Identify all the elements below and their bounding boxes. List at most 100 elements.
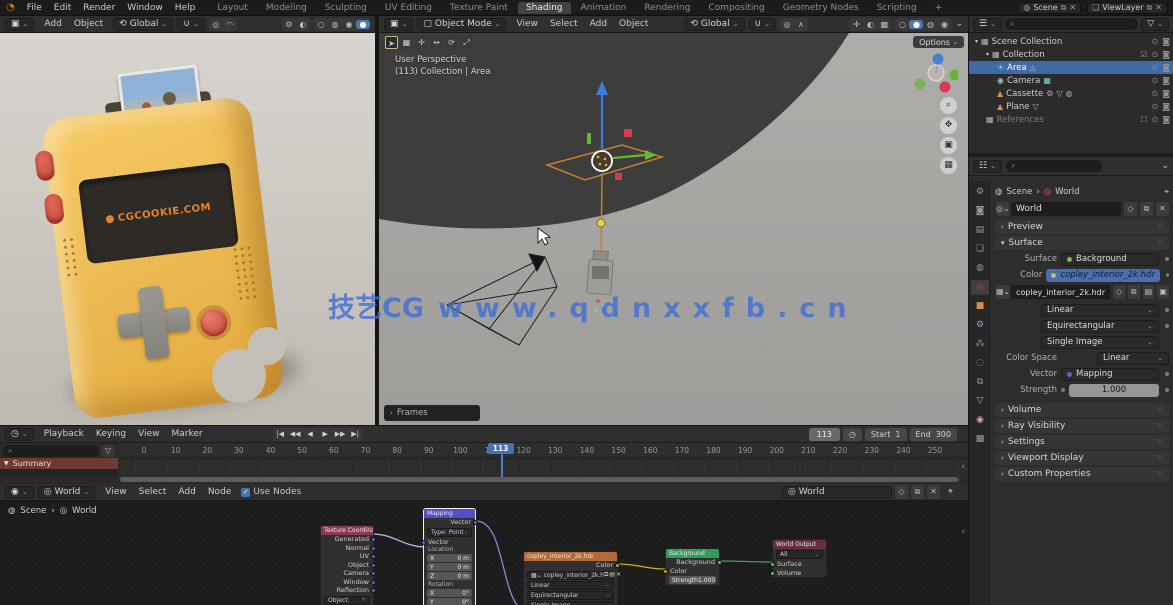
node-mapping[interactable]: MappingVectorType: Point⌄VectorLocationX… [423,508,476,605]
next-keyframe-icon[interactable]: ▶▶ [333,428,348,441]
timeline-scrollbar[interactable] [120,477,960,482]
orientation-dropdown[interactable]: ⟲ Global ⌄ [684,18,744,31]
fake-user-icon[interactable]: ◇ [1112,285,1125,299]
copy-datablock-icon[interactable]: ⧉ [1139,202,1153,216]
node-title[interactable]: Texture Coordinate [321,526,373,535]
menu-edit[interactable]: Edit [48,2,77,14]
outliner-row-area[interactable]: ☀Area◬⊙◙ [969,61,1173,74]
eye-toggle-icon[interactable]: ⊙ [1152,76,1159,85]
editor-type-button[interactable]: ▣⌄ [5,18,34,31]
outliner-row-cassette[interactable]: ▲Cassette⚙▽◍⊙◙ [969,87,1173,100]
play-icon[interactable]: ▶ [318,428,333,441]
current-frame-field[interactable]: 113 [809,428,840,441]
node-socket-row[interactable]: Object [321,561,373,570]
menu-select[interactable]: Select [544,18,584,30]
render-toggle-icon[interactable]: ◙ [1162,37,1170,46]
node-socket-row[interactable]: Generated [321,535,373,544]
menu-render[interactable]: Render [77,2,121,14]
eye-toggle-icon[interactable]: ⊙ [1152,89,1159,98]
snap-dropdown[interactable]: ∪⌄ [749,18,776,31]
properties-tab-particles[interactable]: ⁂ [971,337,989,352]
properties-tab-view-layer[interactable]: ❏ [971,242,989,257]
menu-help[interactable]: Help [169,2,202,14]
render-toggle-icon[interactable]: ◙ [1162,89,1170,98]
filter-button[interactable]: ▽ [101,445,115,457]
render-toggle-icon[interactable]: ◙ [1162,50,1170,59]
summary-channel[interactable]: ▼Summary [0,458,118,469]
cursor-tool-icon[interactable]: ✛ [415,36,428,49]
outliner-row-collection[interactable]: ▾▦Collection☑⊙◙ [969,48,1173,61]
vector-input-field[interactable]: Mapping [1061,368,1159,381]
use-nodes-checkbox[interactable]: ✓ Use Nodes [241,487,301,497]
workspace-tab-scripting[interactable]: Scripting [869,2,925,14]
workspace-tab-sculpting[interactable]: Sculpting [317,2,375,14]
keyframe-region[interactable] [118,458,968,478]
socket-window[interactable] [371,580,376,585]
frame-end-field[interactable]: End300 [910,428,957,441]
menu-marker[interactable]: Marker [166,428,209,440]
menu-file[interactable]: File [21,2,48,14]
unlink-datablock-icon[interactable]: ✕ [926,485,940,499]
menu-view[interactable]: View [99,486,132,498]
render-toggle-icon[interactable]: ◙ [1162,63,1170,72]
panel-custom-properties[interactable]: ›Custom Properties⠿ [995,467,1169,481]
shading-mode-group[interactable]: ○● ◍◉ [895,18,951,31]
editor-type-button[interactable]: ▣⌄ [384,18,413,31]
shading-popover-icon[interactable]: ⌄ [955,19,963,29]
properties-tab-scene[interactable]: ◍ [971,261,989,276]
unlink-scene-icon[interactable]: ✕ [1069,3,1076,12]
add-viewlayer-icon[interactable]: ⧉ [1147,3,1153,13]
node-texture-coordinate[interactable]: Texture CoordinateGeneratedNormalUVObjec… [320,525,374,605]
workspace-tab-animation[interactable]: Animation [573,2,635,14]
shader-type-dropdown[interactable]: ◎ World⌄ [38,486,96,499]
menu-playback[interactable]: Playback [38,428,90,440]
properties-tab-output[interactable]: ▤ [971,223,989,238]
strength-slider[interactable]: 1.000 [1069,384,1159,397]
render-toggle-icon[interactable]: ◙ [1162,76,1170,85]
properties-tab-material[interactable]: ◉ [971,413,989,428]
editor-type-button[interactable]: ☷⌄ [973,160,1002,173]
socket-surface[interactable] [770,562,775,567]
jump-end-icon[interactable]: ▶| [348,428,363,441]
workspace-tab-rendering[interactable]: Rendering [636,2,698,14]
proportional-editing-group[interactable]: ◎◠ [209,18,237,31]
auto-keying-button[interactable]: ◷ [843,428,862,441]
playhead[interactable]: 113 [501,443,503,477]
move-tool-icon[interactable]: ↔ [430,36,443,49]
image-datablock-field[interactable]: ▦⌄ copley_interior_2k.h⧉▤✕ [527,571,614,580]
interpolation-dropdown[interactable]: Linear⌄ [1041,304,1159,317]
viewlayer-selector[interactable]: ❏ ViewLayer ⧉ ✕ [1087,2,1167,14]
properties-options-icon[interactable]: ⌄ [1161,161,1169,171]
active-tool-icon[interactable]: ➤ [385,36,398,49]
light-origin[interactable] [592,151,612,171]
value-field-x[interactable]: X0° [427,589,472,597]
node-socket-row[interactable]: Surface [773,560,826,569]
editor-type-button[interactable]: ◉⌄ [5,486,34,499]
blender-logo-icon[interactable]: ◔ [6,2,15,13]
menu-add[interactable]: Add [38,18,67,30]
check-toggle-icon[interactable]: ☑ [1140,50,1147,59]
surface-shader-dropdown[interactable]: Background [1061,253,1159,266]
node-socket-row[interactable]: Vector [424,518,475,527]
render-toggle-icon[interactable]: ◙ [1162,115,1170,124]
node-socket-row[interactable]: Vector [424,538,475,547]
workspace-tab-layout[interactable]: Layout [209,2,256,14]
menu-object[interactable]: Object [613,18,654,30]
navigation-gizmo[interactable] [912,47,958,93]
orientation-dropdown[interactable]: ⟲ Global ⌄ [113,18,173,31]
properties-tab-object[interactable]: ■ [971,299,989,314]
outliner-row-camera[interactable]: ◉Camera▦⊙◙ [969,74,1173,87]
socket-object[interactable] [371,563,376,568]
workspace-tab-modeling[interactable]: Modeling [258,2,315,14]
socket-normal[interactable] [371,546,376,551]
dropdown-equirectangular[interactable]: Equirectangular⌄ [527,591,614,600]
value-field-y[interactable]: Y0 m [427,563,472,571]
viewport-canvas[interactable]: ➤ ▦ ✛ ↔ ⟳ ⤢ User Perspective (113) Colle… [379,33,968,425]
operator-panel[interactable]: ›Frames [384,405,480,421]
menu-select[interactable]: Select [133,486,173,498]
properties-tab-physics[interactable]: ◌ [971,356,989,371]
snap-dropdown[interactable]: ∪⌄ [177,18,204,31]
node-socket-row[interactable]: Camera [321,569,373,578]
eye-toggle-icon[interactable]: ⊙ [1152,102,1159,111]
eye-toggle-icon[interactable]: ⊙ [1152,63,1159,72]
